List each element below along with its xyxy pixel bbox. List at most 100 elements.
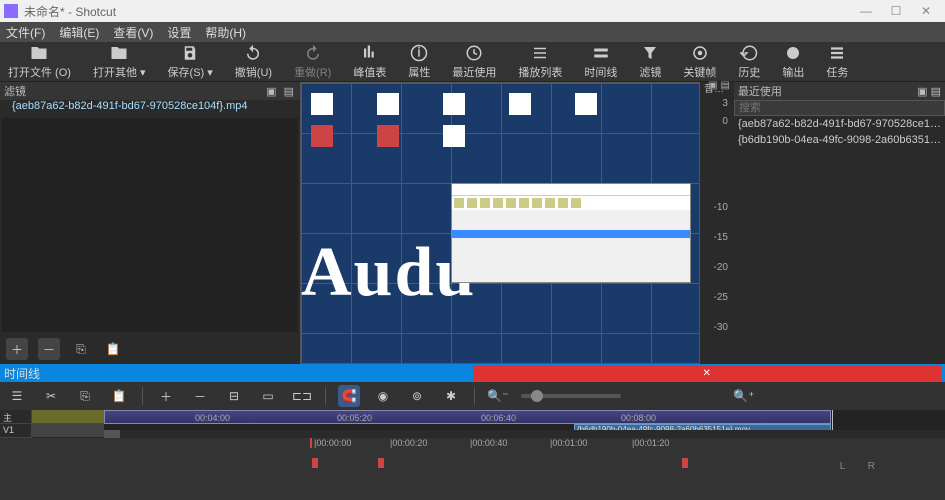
- playhead-marker[interactable]: [378, 458, 384, 468]
- minimize-button[interactable]: —: [851, 4, 881, 18]
- recent-button[interactable]: 最近使用: [452, 44, 496, 80]
- timeline-close-button[interactable]: ✕: [473, 365, 942, 381]
- timeline-toolbar: ☰ ✂ ⎘ 📋 ＋ － ⊟ ▭ ⊏⊐ 🧲 ◉ ⊚ ✱ 🔍⁻ 🔍⁺: [0, 382, 945, 410]
- track-master-area[interactable]: [32, 410, 104, 424]
- markers-row: [0, 458, 945, 466]
- time-ruler[interactable]: |00:00:00 |00:00:20 |00:00:40 |00:01:00 …: [0, 438, 945, 454]
- recent-panel-header: 最近使用 ▣ ▤: [734, 82, 945, 100]
- timeline-header: 时间线 ✕: [0, 364, 945, 382]
- lr-label: L R: [840, 461, 885, 472]
- playlist-button[interactable]: 播放列表: [518, 44, 562, 80]
- preview-area[interactable]: Audu: [300, 82, 700, 364]
- meter-tick: -25: [713, 292, 727, 303]
- main-toolbar: 打开文件 (O) 打开其他 ▾ 保存(S) ▾ 撤销(U) 重做(R) 峰值表 …: [0, 42, 945, 82]
- menubar: 文件(F) 编辑(E) 查看(V) 设置 帮助(H): [0, 22, 945, 42]
- copy-icon[interactable]: ⎘: [74, 385, 96, 407]
- recent-panel: 最近使用 ▣ ▤ {aeb87a62-b82d-491f-bd67-970528…: [734, 82, 945, 364]
- meter-tick: -15: [713, 232, 727, 243]
- desktop-icons: [311, 93, 611, 147]
- filters-panel: 滤镜 ▣ ▤ {aeb87a62-b82d-491f-bd67-970528ce…: [0, 82, 300, 364]
- copy-filter-button[interactable]: ⎘: [70, 338, 92, 360]
- meter-tick: -20: [713, 262, 727, 273]
- window-title: 未命名* - Shotcut: [24, 3, 851, 20]
- ripple-all-icon[interactable]: ✱: [440, 385, 462, 407]
- filters-buttons: ＋ － ⎘ 📋: [0, 334, 300, 364]
- zoom-in-icon[interactable]: 🔍⁺: [733, 385, 755, 407]
- track-area[interactable]: 00:04:00 00:05:20 00:06:40 00:08:00 {b6d…: [104, 410, 945, 438]
- panel-dock-icon[interactable]: ▣ ▤: [708, 80, 730, 91]
- bottom-ruler-area: |00:00:00 |00:00:20 |00:00:40 |00:01:00 …: [0, 438, 945, 480]
- zoom-slider[interactable]: [521, 394, 621, 398]
- keyframes-button[interactable]: 关键帧: [683, 44, 716, 80]
- paste-icon[interactable]: 📋: [108, 385, 130, 407]
- app-icon: [4, 4, 18, 18]
- menu-settings[interactable]: 设置: [167, 24, 191, 41]
- time-marker: |00:00:00: [310, 438, 351, 448]
- recent-item[interactable]: {aeb87a62-b82d-491f-bd67-970528ce1…: [734, 116, 945, 132]
- paste-filter-button[interactable]: 📋: [102, 338, 124, 360]
- audio-meter: 音… ▣ ▤ 3 0 -10 -15 -20 -25 -30: [700, 82, 734, 364]
- out-marker[interactable]: [682, 458, 688, 468]
- jobs-button[interactable]: 任务: [826, 44, 848, 80]
- track-master-label[interactable]: 主: [0, 410, 32, 424]
- save-button[interactable]: 保存(S) ▾: [168, 44, 213, 80]
- time-marker: |00:01:00: [550, 438, 587, 448]
- inner-window: [451, 183, 691, 283]
- track-headers: 主 V1: [0, 410, 104, 438]
- properties-button[interactable]: 属性: [408, 44, 430, 80]
- recent-search-input[interactable]: [734, 100, 945, 116]
- cut-icon[interactable]: ✂: [40, 385, 62, 407]
- export-button[interactable]: 输出: [782, 44, 804, 80]
- panel-dock-icon[interactable]: ▣ ▤: [266, 85, 296, 98]
- zoom-out-icon[interactable]: 🔍⁻: [487, 385, 509, 407]
- redo-button[interactable]: 重做(R): [294, 44, 331, 80]
- add-filter-button[interactable]: ＋: [6, 338, 28, 360]
- maximize-button[interactable]: ☐: [881, 4, 911, 18]
- undo-button[interactable]: 撤销(U): [235, 44, 272, 80]
- recent-item[interactable]: {b6db190b-04ea-49fc-9098-2a60b6351…: [734, 132, 945, 148]
- filters-list[interactable]: [2, 118, 298, 332]
- timeline-button[interactable]: 时间线: [584, 44, 617, 80]
- time-marker: |00:01:20: [632, 438, 669, 448]
- menu-edit[interactable]: 编辑(E): [59, 24, 99, 41]
- timecode-tick: 00:05:20: [337, 413, 372, 423]
- snap-icon[interactable]: 🧲: [338, 385, 360, 407]
- horizontal-scrollbar[interactable]: [104, 430, 945, 438]
- meter-tick: -10: [713, 202, 727, 213]
- time-marker: |00:00:40: [470, 438, 507, 448]
- split-icon[interactable]: ⊏⊐: [291, 385, 313, 407]
- menu-icon[interactable]: ☰: [6, 385, 28, 407]
- remove-icon[interactable]: －: [189, 385, 211, 407]
- titlebar: 未命名* - Shotcut — ☐ ✕: [0, 0, 945, 22]
- meter-tick: 0: [722, 116, 728, 127]
- recent-panel-title: 最近使用: [738, 83, 782, 99]
- remove-filter-button[interactable]: －: [38, 338, 60, 360]
- filters-panel-title: 滤镜: [4, 83, 26, 99]
- scrub-icon[interactable]: ◉: [372, 385, 394, 407]
- open-other-button[interactable]: 打开其他 ▾: [93, 44, 146, 80]
- filters-panel-header: 滤镜 ▣ ▤: [0, 82, 300, 100]
- history-button[interactable]: 历史: [738, 44, 760, 80]
- open-file-button[interactable]: 打开文件 (O): [8, 44, 71, 80]
- menu-help[interactable]: 帮助(H): [205, 24, 246, 41]
- filters-button[interactable]: 滤镜: [639, 44, 661, 80]
- timeline-title: 时间线: [4, 365, 473, 382]
- peak-meter-button[interactable]: 峰值表: [353, 44, 386, 80]
- track-v1-area[interactable]: [32, 424, 104, 438]
- timecode-tick: 00:06:40: [481, 413, 516, 423]
- timeline-tracks: 主 V1 00:04:00 00:05:20 00:06:40 00:08:00…: [0, 410, 945, 438]
- meter-tick: -30: [713, 322, 727, 333]
- source-file-name: {aeb87a62-b82d-491f-bd67-970528ce104f}.m…: [0, 100, 300, 116]
- track-v1-label[interactable]: V1: [0, 424, 32, 438]
- append-icon[interactable]: ＋: [155, 385, 177, 407]
- overwrite-icon[interactable]: ▭: [257, 385, 279, 407]
- meter-tick: 3: [722, 98, 728, 109]
- menu-file[interactable]: 文件(F): [6, 24, 45, 41]
- in-marker[interactable]: [312, 458, 318, 468]
- close-button[interactable]: ✕: [911, 4, 941, 18]
- timecode-tick: 00:08:00: [621, 413, 656, 423]
- menu-view[interactable]: 查看(V): [113, 24, 153, 41]
- panel-dock-icon[interactable]: ▣ ▤: [917, 85, 941, 98]
- ripple-icon[interactable]: ⊚: [406, 385, 428, 407]
- lift-icon[interactable]: ⊟: [223, 385, 245, 407]
